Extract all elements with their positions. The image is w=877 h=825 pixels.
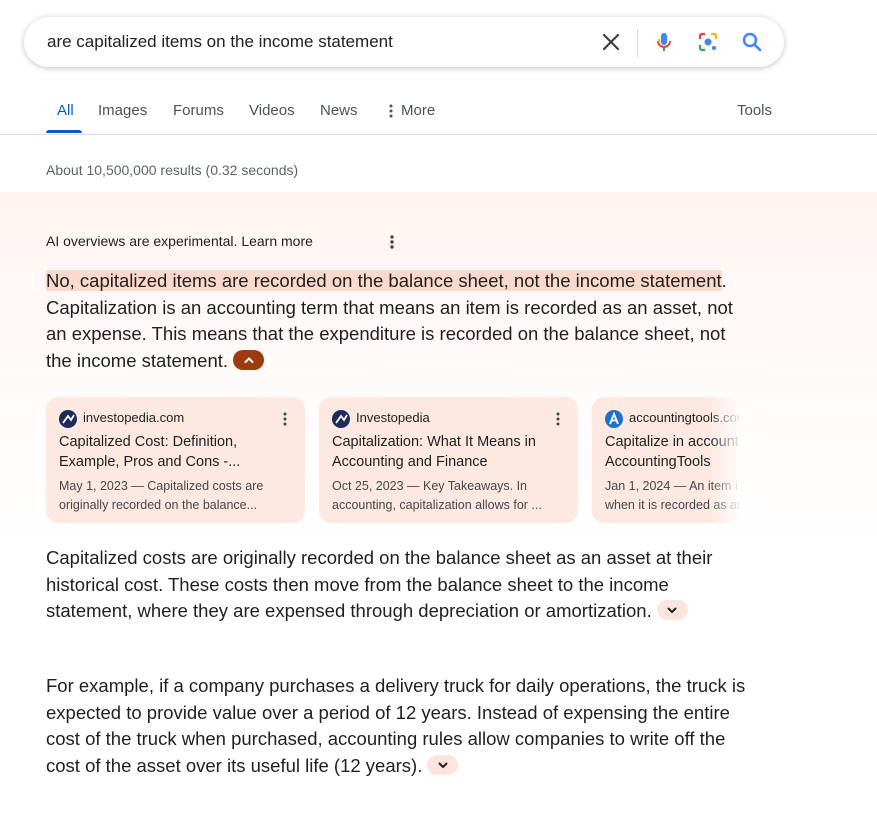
source-site: Investopedia (356, 410, 430, 425)
source-title: Capitalized Cost: Definition, Example, P… (59, 434, 241, 470)
card-menu-icon[interactable] (556, 411, 560, 427)
collapse-sources-button[interactable] (233, 349, 265, 370)
expand-sources-button[interactable] (656, 600, 688, 621)
investopedia-favicon-icon (59, 410, 77, 428)
source-site: investopedia.com (83, 410, 185, 425)
search-divider (637, 29, 638, 57)
source-snippet: Oct 25, 2023 — Key Takeaways. In account… (332, 479, 542, 512)
card-menu-icon[interactable] (283, 411, 287, 427)
search-icon[interactable] (740, 30, 764, 54)
investopedia-favicon-icon (332, 410, 350, 428)
ai-answer-highlight: No, capitalized items are recorded on th… (46, 270, 722, 291)
ai-paragraph: Capitalized costs are originally recorde… (46, 545, 746, 625)
tab-more-label: More (401, 102, 436, 119)
cards-scroll-fade (709, 397, 739, 525)
chevron-up-icon (244, 356, 254, 363)
chevron-down-icon (667, 607, 677, 614)
source-cards: investopedia.com Capitalized Cost: Defin… (46, 397, 739, 525)
ai-paragraph-text: Capitalized costs are originally recorde… (46, 547, 713, 621)
accountingtools-favicon-icon (605, 410, 623, 428)
search-bar[interactable]: are capitalized items on the income stat… (24, 17, 784, 67)
source-card[interactable]: Investopedia Capitalization: What It Mea… (319, 397, 578, 523)
tab-more[interactable]: More (389, 102, 435, 119)
source-title: Capitalization: What It Means in Account… (332, 434, 536, 470)
tab-videos[interactable]: Videos (249, 102, 295, 119)
search-tabs: All Images Forums Videos News More Tools (0, 96, 877, 135)
more-vert-icon (389, 104, 393, 118)
chevron-down-icon (438, 762, 448, 769)
ai-paragraph: For example, if a company purchases a de… (46, 673, 746, 779)
ai-answer: No, capitalized items are recorded on th… (46, 268, 746, 374)
search-input[interactable]: are capitalized items on the income stat… (47, 32, 393, 52)
expand-sources-button[interactable] (427, 754, 459, 775)
ai-paragraph-text: For example, if a company purchases a de… (46, 675, 746, 776)
ai-overview-note: AI overviews are experimental. Learn mor… (46, 233, 313, 249)
ai-overview-menu-icon[interactable] (388, 233, 396, 251)
learn-more-link[interactable]: Learn more (241, 233, 313, 249)
tab-images[interactable]: Images (98, 102, 147, 119)
source-card[interactable]: investopedia.com Capitalized Cost: Defin… (46, 397, 305, 523)
tab-all[interactable]: All (57, 102, 74, 119)
ai-note-text: AI overviews are experimental. (46, 233, 238, 249)
lens-icon[interactable] (696, 30, 720, 54)
tools-button[interactable]: Tools (737, 102, 772, 119)
tab-forums[interactable]: Forums (173, 102, 224, 119)
clear-icon[interactable] (599, 30, 623, 54)
source-snippet: May 1, 2023 — Capitalized costs are orig… (59, 479, 264, 512)
active-tab-indicator (46, 130, 82, 133)
tab-news[interactable]: News (320, 102, 358, 119)
result-stats: About 10,500,000 results (0.32 seconds) (46, 162, 299, 178)
microphone-icon[interactable] (652, 30, 676, 54)
